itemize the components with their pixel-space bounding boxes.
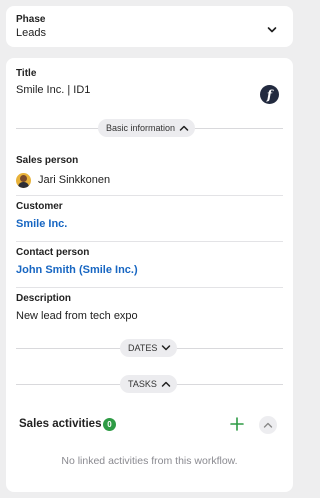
tasks-toggle[interactable]: TASKS	[120, 375, 177, 393]
chevron-down-icon[interactable]	[267, 26, 277, 34]
title-value[interactable]: Smile Inc. | ID1	[16, 84, 90, 96]
sales-person-label: Sales person	[16, 155, 79, 166]
phase-selector[interactable]: Phase Leads	[6, 6, 293, 47]
contact-person-link[interactable]: John Smith (Smile Inc.)	[16, 264, 138, 276]
function-icon[interactable]: f	[260, 85, 279, 104]
chevron-up-icon	[263, 422, 273, 428]
workflow-details-card: Title Smile Inc. | ID1 f Basic informati…	[6, 58, 293, 492]
description-value[interactable]: New lead from tech expo	[16, 310, 138, 322]
contact-person-label: Contact person	[16, 247, 90, 258]
tasks-divider: TASKS	[16, 375, 283, 393]
dates-label: DATES	[128, 343, 158, 353]
chevron-up-icon	[161, 381, 171, 387]
title-label: Title	[16, 68, 37, 79]
empty-activities-message: No linked activities from this workflow.	[61, 455, 238, 467]
collapse-activities-button[interactable]	[259, 416, 277, 434]
field-separator	[16, 241, 283, 242]
sales-person-value[interactable]: Jari Sinkkonen	[38, 174, 110, 186]
chevron-up-icon	[179, 125, 189, 131]
customer-link[interactable]: Smile Inc.	[16, 218, 67, 230]
basic-information-divider: Basic information	[16, 119, 283, 137]
basic-information-toggle[interactable]: Basic information	[98, 119, 196, 137]
dates-divider: DATES	[16, 339, 283, 357]
description-label: Description	[16, 293, 72, 304]
phase-value: Leads	[16, 27, 46, 39]
tasks-label: TASKS	[128, 379, 157, 389]
chevron-down-icon	[162, 345, 171, 351]
phase-label: Phase	[16, 14, 46, 25]
basic-information-label: Basic information	[106, 123, 176, 133]
add-activity-button[interactable]	[229, 416, 245, 432]
customer-label: Customer	[16, 201, 63, 212]
field-separator	[16, 195, 283, 196]
field-separator	[16, 287, 283, 288]
activities-count-badge: 0	[103, 418, 116, 431]
avatar	[16, 173, 31, 188]
sales-activities-title: Sales activities	[19, 418, 102, 430]
dates-toggle[interactable]: DATES	[120, 339, 178, 357]
